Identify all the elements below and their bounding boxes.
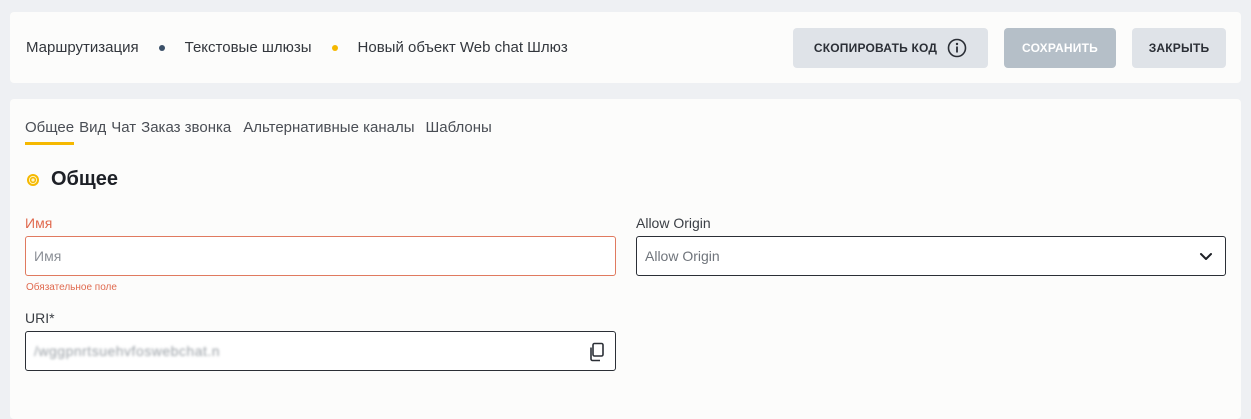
uri-input[interactable]: /wggpnrtsuehvfoswebchat.n: [25, 331, 616, 371]
tab-alternative-channels[interactable]: Альтернативные каналы: [243, 119, 414, 145]
breadcrumb-item-text-gateways[interactable]: Текстовые шлюзы: [185, 39, 312, 56]
breadcrumb-separator-dot: [331, 44, 338, 51]
breadcrumb-item-current: Новый объект Web chat Шлюз: [357, 39, 568, 56]
header-bar: Маршрутизация Текстовые шлюзы Новый объе…: [10, 12, 1241, 83]
copy-code-button[interactable]: СКОПИРОВАТЬ КОД: [793, 28, 988, 68]
name-error-message: Обязательное поле: [26, 282, 117, 293]
uri-value: /wggpnrtsuehvfoswebchat.n: [34, 343, 221, 359]
section-title-text: Общее: [51, 168, 119, 190]
allow-origin-select[interactable]: Allow Origin: [636, 236, 1226, 276]
copy-code-label: СКОПИРОВАТЬ КОД: [813, 41, 938, 55]
section-title: Общее: [26, 168, 118, 191]
tab-bar: Общее Вид Чат Заказ звонка Альтернативны…: [25, 119, 497, 145]
save-button[interactable]: СОХРАНИТЬ: [1004, 28, 1116, 68]
breadcrumb: Маршрутизация Текстовые шлюзы Новый объе…: [26, 12, 568, 83]
tab-templates[interactable]: Шаблоны: [426, 119, 492, 145]
info-icon[interactable]: [947, 38, 967, 58]
allow-origin-label: Allow Origin: [636, 215, 711, 231]
copy-icon[interactable]: [588, 342, 606, 362]
uri-field-label: URI*: [25, 310, 55, 326]
tab-callback[interactable]: Заказ звонка: [141, 119, 231, 145]
close-button[interactable]: ЗАКРЫТЬ: [1132, 28, 1226, 68]
breadcrumb-separator-dot: [158, 44, 165, 51]
name-input[interactable]: Имя: [25, 236, 616, 276]
name-input-placeholder: Имя: [34, 248, 62, 264]
tab-view[interactable]: Вид: [79, 119, 106, 145]
tab-chat[interactable]: Чат: [111, 119, 136, 145]
main-panel: Общее Вид Чат Заказ звонка Альтернативны…: [10, 99, 1241, 419]
chevron-down-icon[interactable]: [1199, 249, 1213, 263]
tab-general[interactable]: Общее: [25, 119, 75, 145]
name-field-label: Имя: [25, 215, 53, 231]
section-marker-icon: [26, 173, 40, 187]
breadcrumb-item-routing[interactable]: Маршрутизация: [26, 39, 139, 56]
allow-origin-placeholder: Allow Origin: [645, 248, 720, 264]
